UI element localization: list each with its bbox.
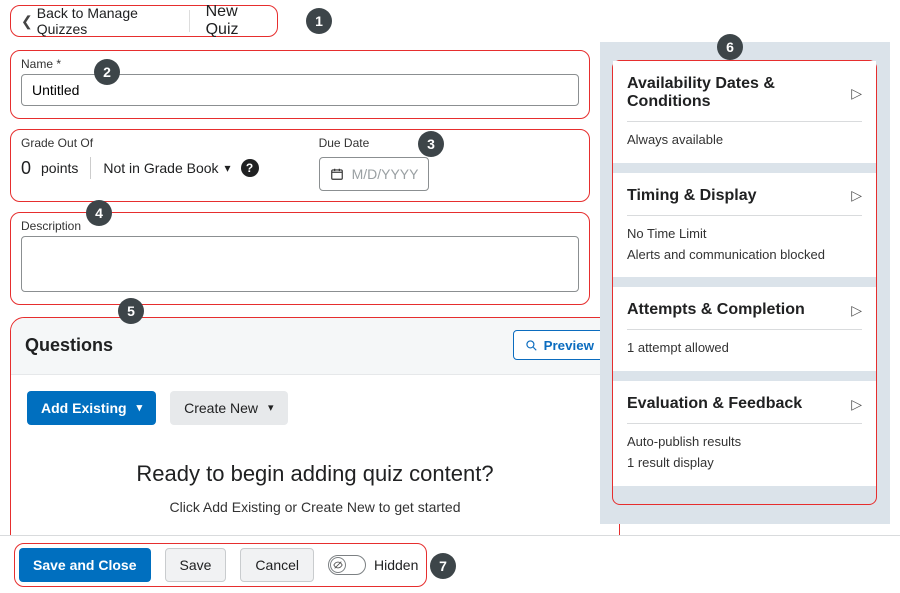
- card-attempts: Attempts & Completion ▷ 1 attempt allowe…: [613, 287, 876, 371]
- card-line: 1 result display: [627, 453, 862, 474]
- save-button[interactable]: Save: [165, 548, 227, 582]
- chevron-down-icon: ▾: [137, 403, 143, 414]
- header-bar: ❮ Back to Manage Quizzes New Quiz: [10, 5, 278, 37]
- due-date-label: Due Date: [319, 136, 430, 150]
- calendar-icon: [330, 167, 344, 181]
- visibility-toggle-label: Hidden: [374, 557, 418, 573]
- save-and-close-button[interactable]: Save and Close: [19, 548, 151, 582]
- preview-button[interactable]: Preview: [513, 330, 605, 360]
- preview-button-label: Preview: [544, 338, 594, 353]
- grade-points-value: 0: [21, 158, 31, 179]
- questions-empty-state: Ready to begin adding quiz content? Clic…: [27, 461, 603, 515]
- card-line: No Time Limit: [627, 224, 862, 245]
- card-timing-title: Timing & Display: [627, 187, 757, 205]
- add-existing-label: Add Existing: [41, 400, 127, 416]
- card-attempts-title: Attempts & Completion: [627, 301, 805, 319]
- grade-divider: [90, 157, 91, 179]
- empty-state-subtitle: Click Add Existing or Create New to get …: [27, 499, 603, 515]
- chevron-down-icon: ▾: [225, 161, 231, 175]
- questions-body: Add Existing ▾ Create New ▾ Ready to beg…: [11, 375, 619, 531]
- card-line: Always available: [627, 130, 862, 151]
- chevron-right-icon: ▷: [851, 85, 862, 102]
- create-new-label: Create New: [184, 400, 258, 416]
- add-existing-button[interactable]: Add Existing ▾: [27, 391, 156, 425]
- chevron-left-icon: ❮: [21, 13, 33, 30]
- description-textarea[interactable]: [21, 236, 579, 292]
- due-date-input[interactable]: M/D/YYYY: [319, 157, 430, 191]
- left-column: Name * Grade Out Of 0 points Not in Grad…: [10, 50, 590, 556]
- annotation-badge-1: 1: [306, 8, 332, 34]
- card-evaluation: Evaluation & Feedback ▷ Auto-publish res…: [613, 381, 876, 486]
- cancel-label: Cancel: [255, 557, 299, 573]
- due-date-placeholder: M/D/YYYY: [352, 166, 419, 182]
- footer-action-group: Save and Close Save Cancel Hidden: [14, 543, 427, 587]
- page-title: New Quiz: [206, 3, 267, 39]
- save-and-close-label: Save and Close: [33, 557, 137, 573]
- right-panel: Availability Dates & Conditions ▷ Always…: [612, 60, 877, 505]
- annotation-badge-2: 2: [94, 59, 120, 85]
- chevron-right-icon: ▷: [851, 302, 862, 319]
- grade-out-of-col: Grade Out Of 0 points Not in Grade Book …: [21, 136, 259, 179]
- grade-due-section: Grade Out Of 0 points Not in Grade Book …: [10, 129, 590, 202]
- visibility-toggle-group: Hidden: [328, 555, 418, 575]
- card-line: 1 attempt allowed: [627, 338, 862, 359]
- card-evaluation-header[interactable]: Evaluation & Feedback ▷: [627, 395, 862, 413]
- back-link-label: Back to Manage Quizzes: [37, 5, 173, 37]
- card-line: Auto-publish results: [627, 432, 862, 453]
- card-availability: Availability Dates & Conditions ▷ Always…: [613, 61, 876, 163]
- due-date-col: Due Date M/D/YYYY: [319, 136, 430, 191]
- card-evaluation-title: Evaluation & Feedback: [627, 395, 802, 413]
- grade-label: Grade Out Of: [21, 136, 259, 150]
- chevron-right-icon: ▷: [851, 187, 862, 204]
- card-availability-title: Availability Dates & Conditions: [627, 75, 851, 111]
- annotation-badge-4: 4: [86, 200, 112, 226]
- questions-header: Questions Preview: [11, 318, 619, 375]
- visibility-toggle[interactable]: [328, 555, 366, 575]
- save-label: Save: [180, 557, 212, 573]
- questions-section: Questions Preview Add Existing ▾ Create …: [10, 317, 620, 556]
- card-availability-header[interactable]: Availability Dates & Conditions ▷: [627, 75, 862, 111]
- card-divider: [627, 423, 862, 424]
- grade-points-unit: points: [41, 160, 78, 176]
- annotation-badge-3: 3: [418, 131, 444, 157]
- preview-icon: [524, 338, 538, 352]
- questions-heading: Questions: [25, 335, 113, 356]
- chevron-right-icon: ▷: [851, 396, 862, 413]
- card-divider: [627, 329, 862, 330]
- card-timing: Timing & Display ▷ No Time Limit Alerts …: [613, 173, 876, 278]
- card-divider: [627, 121, 862, 122]
- card-timing-header[interactable]: Timing & Display ▷: [627, 187, 862, 205]
- header-divider: [189, 10, 190, 32]
- empty-state-title: Ready to begin adding quiz content?: [27, 461, 603, 487]
- create-new-button[interactable]: Create New ▾: [170, 391, 287, 425]
- annotation-badge-7: 7: [430, 553, 456, 579]
- annotation-badge-6: 6: [717, 34, 743, 60]
- name-section: Name *: [10, 50, 590, 119]
- eye-off-icon: [333, 560, 343, 570]
- cancel-button[interactable]: Cancel: [240, 548, 314, 582]
- card-attempts-header[interactable]: Attempts & Completion ▷: [627, 301, 862, 319]
- grade-book-dropdown[interactable]: Not in Grade Book ▾: [103, 160, 230, 176]
- grade-book-dropdown-label: Not in Grade Book: [103, 160, 218, 176]
- back-link[interactable]: ❮ Back to Manage Quizzes: [21, 5, 173, 37]
- annotation-badge-5: 5: [118, 298, 144, 324]
- help-icon[interactable]: ?: [241, 159, 259, 177]
- toggle-knob: [330, 557, 346, 573]
- chevron-down-icon: ▾: [268, 403, 274, 414]
- card-line: Alerts and communication blocked: [627, 245, 862, 266]
- card-divider: [627, 215, 862, 216]
